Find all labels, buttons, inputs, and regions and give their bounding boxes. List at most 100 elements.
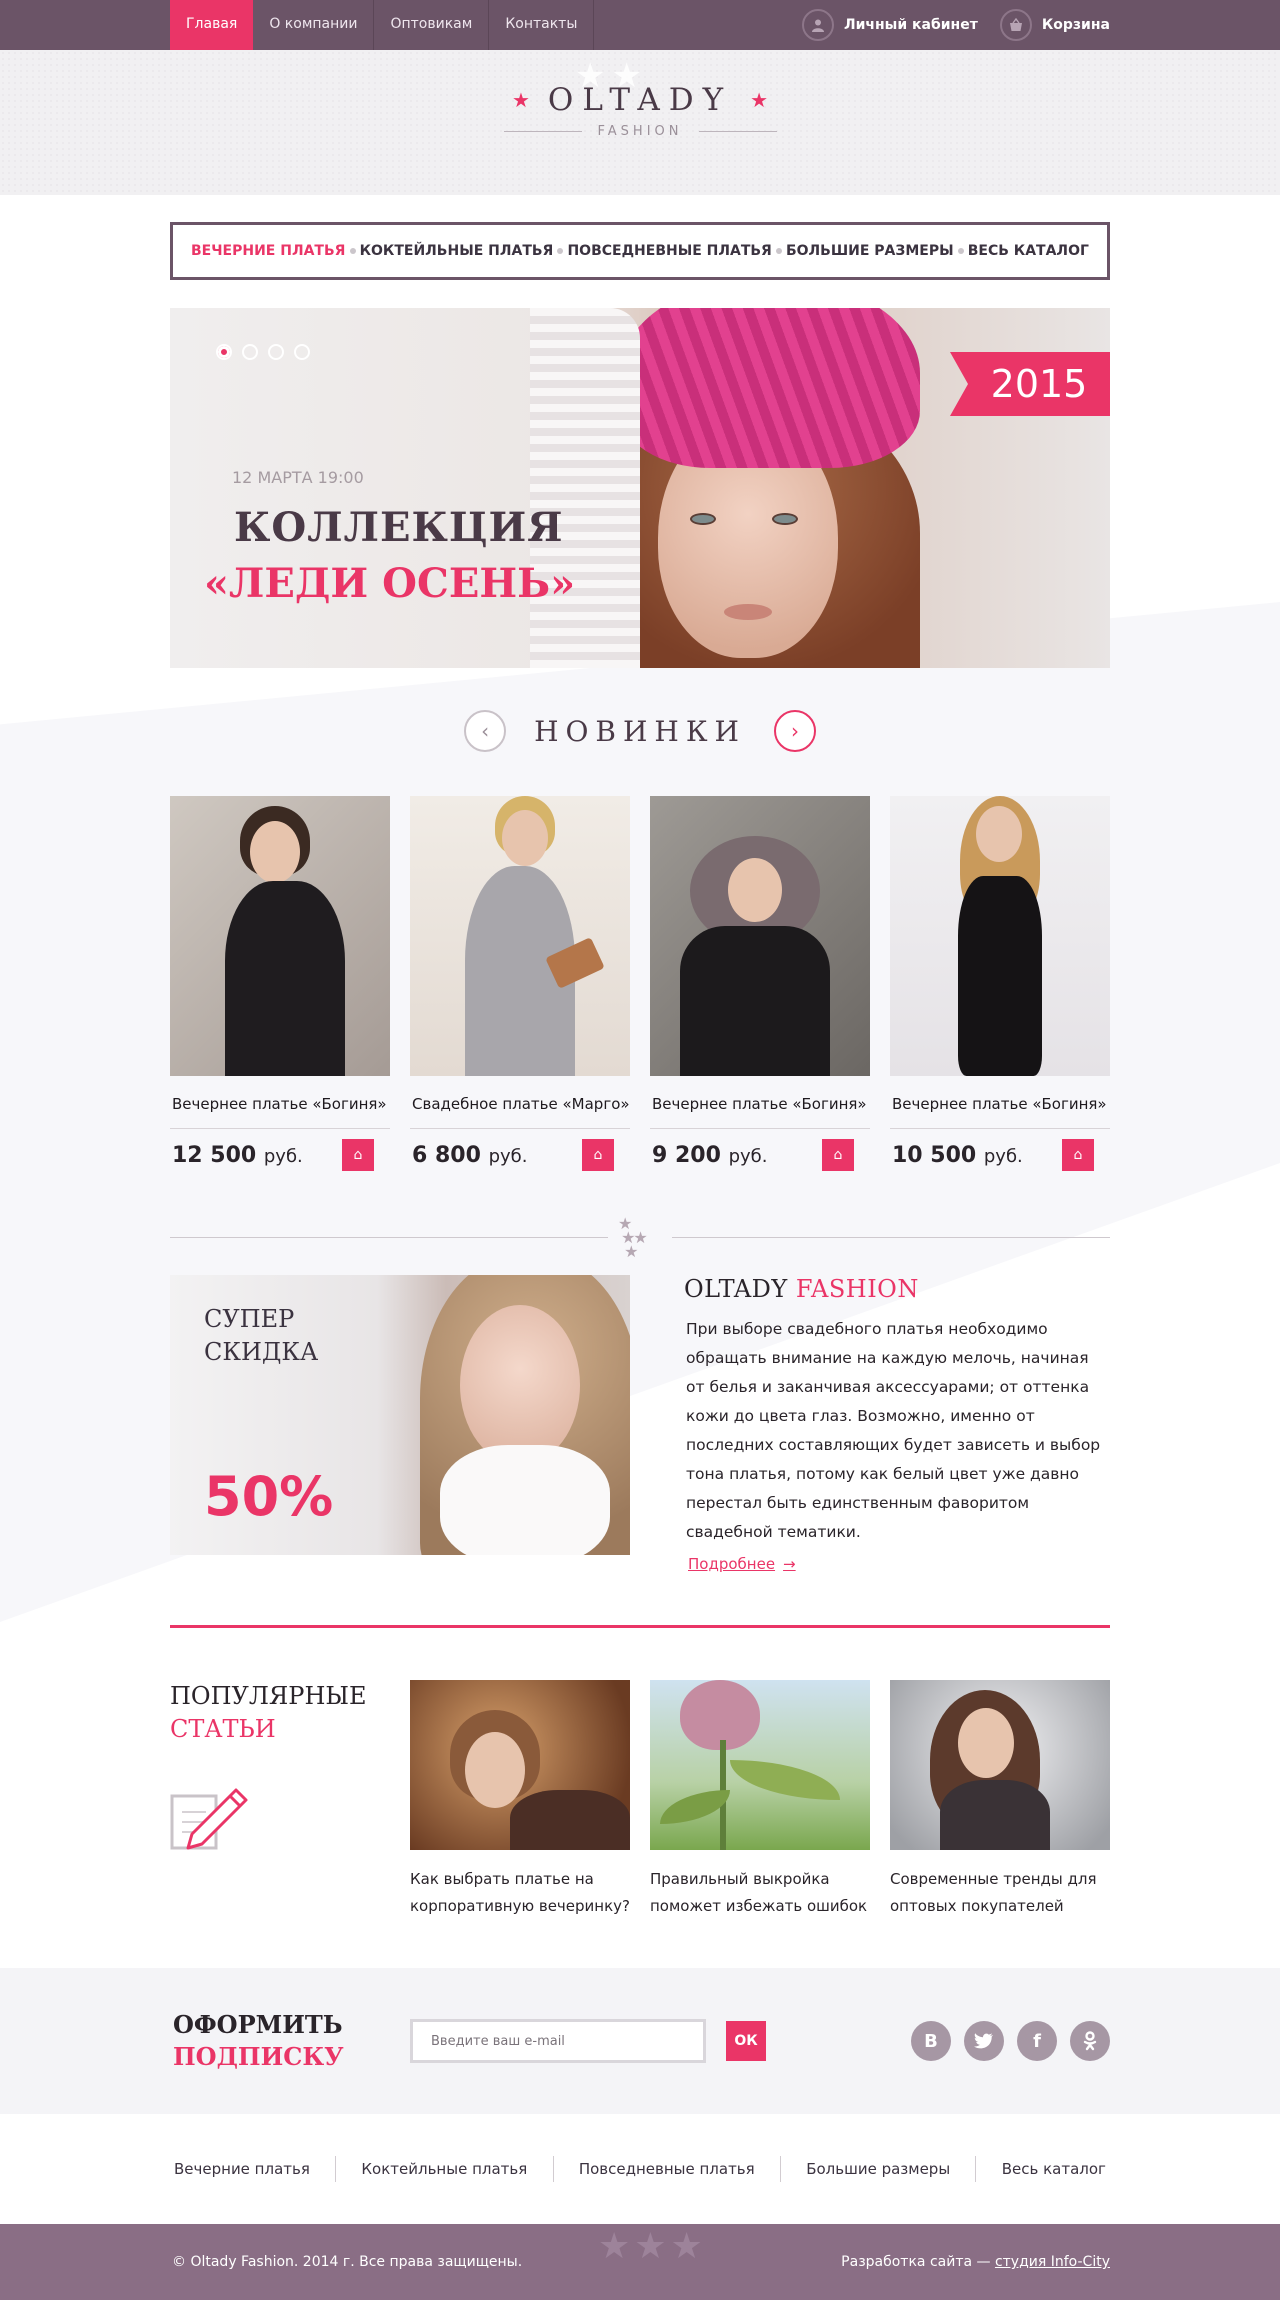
about-text: При выборе свадебного платья необходимо … bbox=[686, 1320, 1101, 1541]
slider-date: 12 МАРТА 19:00 bbox=[232, 468, 364, 487]
vk-icon[interactable]: B bbox=[911, 2021, 951, 2061]
product-image[interactable] bbox=[650, 796, 870, 1076]
stars-icon: ★ ★★ ★ bbox=[618, 1214, 648, 1261]
nav-separator bbox=[349, 248, 356, 254]
product-card[interactable]: Вечернее платье «Богиня» 9 200 руб. ⌂ bbox=[650, 796, 870, 1171]
account-link[interactable]: Личный кабинет bbox=[801, 9, 978, 41]
star-icon: ★ bbox=[750, 88, 769, 112]
basket-icon: ⌂ bbox=[593, 1147, 603, 1163]
article-title[interactable]: Современные тренды для оптовых покупател… bbox=[890, 1866, 1110, 1920]
discount-banner[interactable]: СУПЕР СКИДКА 50% bbox=[170, 1275, 630, 1555]
product-image[interactable] bbox=[410, 796, 630, 1076]
slider-dot[interactable] bbox=[294, 344, 310, 360]
article-card[interactable]: Как выбрать платье на корпоративную вече… bbox=[410, 1680, 630, 1920]
novelties-title: НОВИНКИ bbox=[534, 714, 746, 748]
hero-slider[interactable]: 12 МАРТА 19:00 КОЛЛЕКЦИЯ «ЛЕДИ ОСЕНЬ» 20… bbox=[170, 308, 1110, 668]
footer-nav-plus-size[interactable]: Большие размеры bbox=[802, 2160, 954, 2178]
nav-separator bbox=[552, 2156, 554, 2182]
top-nav-contacts[interactable]: Контакты bbox=[489, 0, 595, 50]
section-divider: ★ ★★ ★ bbox=[170, 1214, 1110, 1261]
year-ribbon: 2015 bbox=[950, 352, 1110, 416]
product-price: 6 800 руб. bbox=[412, 1142, 528, 1168]
catalog-nav: Вечерние платья Коктейльные платья Повсе… bbox=[170, 222, 1110, 280]
article-image[interactable] bbox=[650, 1680, 870, 1850]
about-block: OLTADY FASHION При выборе свадебного пла… bbox=[684, 1275, 1110, 1573]
article-title[interactable]: Правильный выкройка поможет избежать оши… bbox=[650, 1866, 870, 1920]
product-name[interactable]: Вечернее платье «Богиня» bbox=[650, 1095, 870, 1129]
add-to-cart-button[interactable]: ⌂ bbox=[822, 1139, 854, 1171]
slider-dots bbox=[216, 344, 310, 360]
developer-link[interactable]: студия Info-City bbox=[995, 2254, 1110, 2270]
logo-name: OLTADY bbox=[547, 82, 733, 118]
top-nav-wholesale[interactable]: Оптовикам bbox=[374, 0, 490, 50]
main-content: Вечерние платья Коктейльные платья Повсе… bbox=[0, 222, 1280, 1920]
nav-separator bbox=[957, 248, 964, 254]
arrow-right-icon: → bbox=[783, 1555, 796, 1573]
cart-label: Корзина bbox=[1041, 17, 1110, 33]
product-card[interactable]: Вечернее платье «Богиня» 10 500 руб. ⌂ bbox=[890, 796, 1110, 1171]
subscribe-section: ОФОРМИТЬПОДПИСКУ ОК B f bbox=[0, 1968, 1280, 2114]
promo-model-image bbox=[420, 1275, 630, 1555]
product-card[interactable]: Вечернее платье «Богиня» 12 500 руб. ⌂ bbox=[170, 796, 390, 1171]
popular-articles: ПОПУЛЯРНЫЕ СТАТЬИ Как выбрать платье на … bbox=[170, 1680, 1110, 1920]
top-nav-about[interactable]: О компании bbox=[253, 0, 375, 50]
product-image[interactable] bbox=[170, 796, 390, 1076]
logo-band: ★ ★ ★ OLTADY ★ FASHION bbox=[0, 50, 1280, 195]
footer-nav-cocktail[interactable]: Коктейльные платья bbox=[357, 2160, 531, 2178]
slider-dot[interactable] bbox=[242, 344, 258, 360]
logo[interactable]: ★ OLTADY ★ FASHION bbox=[0, 82, 1280, 189]
product-price: 12 500 руб. bbox=[172, 1142, 303, 1168]
nav-separator bbox=[775, 248, 782, 254]
product-name[interactable]: Вечернее платье «Богиня» bbox=[170, 1095, 390, 1129]
nav-separator bbox=[779, 2156, 781, 2182]
novelties-prev-button[interactable]: ‹ bbox=[464, 710, 507, 752]
add-to-cart-button[interactable]: ⌂ bbox=[1062, 1139, 1094, 1171]
footer-nav-all[interactable]: Весь каталог bbox=[998, 2160, 1110, 2178]
slider-dot[interactable] bbox=[268, 344, 284, 360]
catalog-nav-all[interactable]: Весь каталог bbox=[968, 243, 1089, 259]
promo-about-row: СУПЕР СКИДКА 50% OLTADY FASHION При выбор… bbox=[170, 1275, 1110, 1573]
logo-divider bbox=[698, 131, 777, 132]
star-icon: ★ bbox=[511, 88, 530, 112]
article-image[interactable] bbox=[890, 1680, 1110, 1850]
more-link[interactable]: Подробнее → bbox=[684, 1555, 796, 1573]
pencil-icon bbox=[170, 1782, 254, 1852]
top-bar: Главая О компании Оптовикам Контакты Лич… bbox=[0, 0, 1280, 50]
twitter-icon[interactable] bbox=[964, 2021, 1004, 2061]
slider-dot-active[interactable] bbox=[216, 344, 232, 360]
hero-model-image bbox=[530, 308, 960, 668]
about-title: OLTADY FASHION bbox=[684, 1275, 919, 1303]
product-name[interactable]: Вечернее платье «Богиня» bbox=[890, 1095, 1110, 1129]
catalog-nav-casual[interactable]: Повседневные платья bbox=[567, 243, 771, 259]
product-price: 9 200 руб. bbox=[652, 1142, 768, 1168]
article-card[interactable]: Правильный выкройка поможет избежать оши… bbox=[650, 1680, 870, 1920]
top-nav-home[interactable]: Главая bbox=[170, 0, 254, 50]
article-title[interactable]: Как выбрать платье на корпоративную вече… bbox=[410, 1866, 630, 1920]
cart-link[interactable]: Корзина bbox=[999, 9, 1110, 41]
catalog-nav-cocktail[interactable]: Коктейльные платья bbox=[360, 243, 554, 259]
product-image[interactable] bbox=[890, 796, 1110, 1076]
add-to-cart-button[interactable]: ⌂ bbox=[342, 1139, 374, 1171]
footer-nav-evening[interactable]: Вечерние платья bbox=[170, 2160, 314, 2178]
nav-separator bbox=[335, 2156, 337, 2182]
add-to-cart-button[interactable]: ⌂ bbox=[582, 1139, 614, 1171]
slider-title-line2: «ЛЕДИ ОСЕНЬ» bbox=[204, 560, 576, 607]
catalog-nav-plus-size[interactable]: Большие размеры bbox=[786, 243, 954, 259]
footer-nav-casual[interactable]: Повседневные платья bbox=[575, 2160, 759, 2178]
email-field[interactable] bbox=[410, 2019, 706, 2063]
subscribe-ok-button[interactable]: ОК bbox=[726, 2021, 766, 2061]
product-card[interactable]: Свадебное платье «Марго» 6 800 руб. ⌂ bbox=[410, 796, 630, 1171]
logo-divider bbox=[503, 131, 582, 132]
slider-title-line1: КОЛЛЕКЦИЯ bbox=[234, 504, 564, 551]
article-card[interactable]: Современные тренды для оптовых покупател… bbox=[890, 1680, 1110, 1920]
discount-percent: 50% bbox=[204, 1465, 334, 1528]
article-image[interactable] bbox=[410, 1680, 630, 1850]
developer-credit: Разработка сайта — студия Info-City bbox=[841, 2254, 1110, 2270]
facebook-icon[interactable]: f bbox=[1017, 2021, 1057, 2061]
odnoklassniki-icon[interactable] bbox=[1070, 2021, 1110, 2061]
catalog-nav-evening[interactable]: Вечерние платья bbox=[191, 243, 345, 259]
novelties-header: ‹ НОВИНКИ › bbox=[170, 710, 1110, 752]
novelties-next-button[interactable]: › bbox=[773, 710, 816, 752]
product-name[interactable]: Свадебное платье «Марго» bbox=[410, 1095, 630, 1129]
popular-articles-title: ПОПУЛЯРНЫЕ СТАТЬИ bbox=[170, 1682, 367, 1743]
